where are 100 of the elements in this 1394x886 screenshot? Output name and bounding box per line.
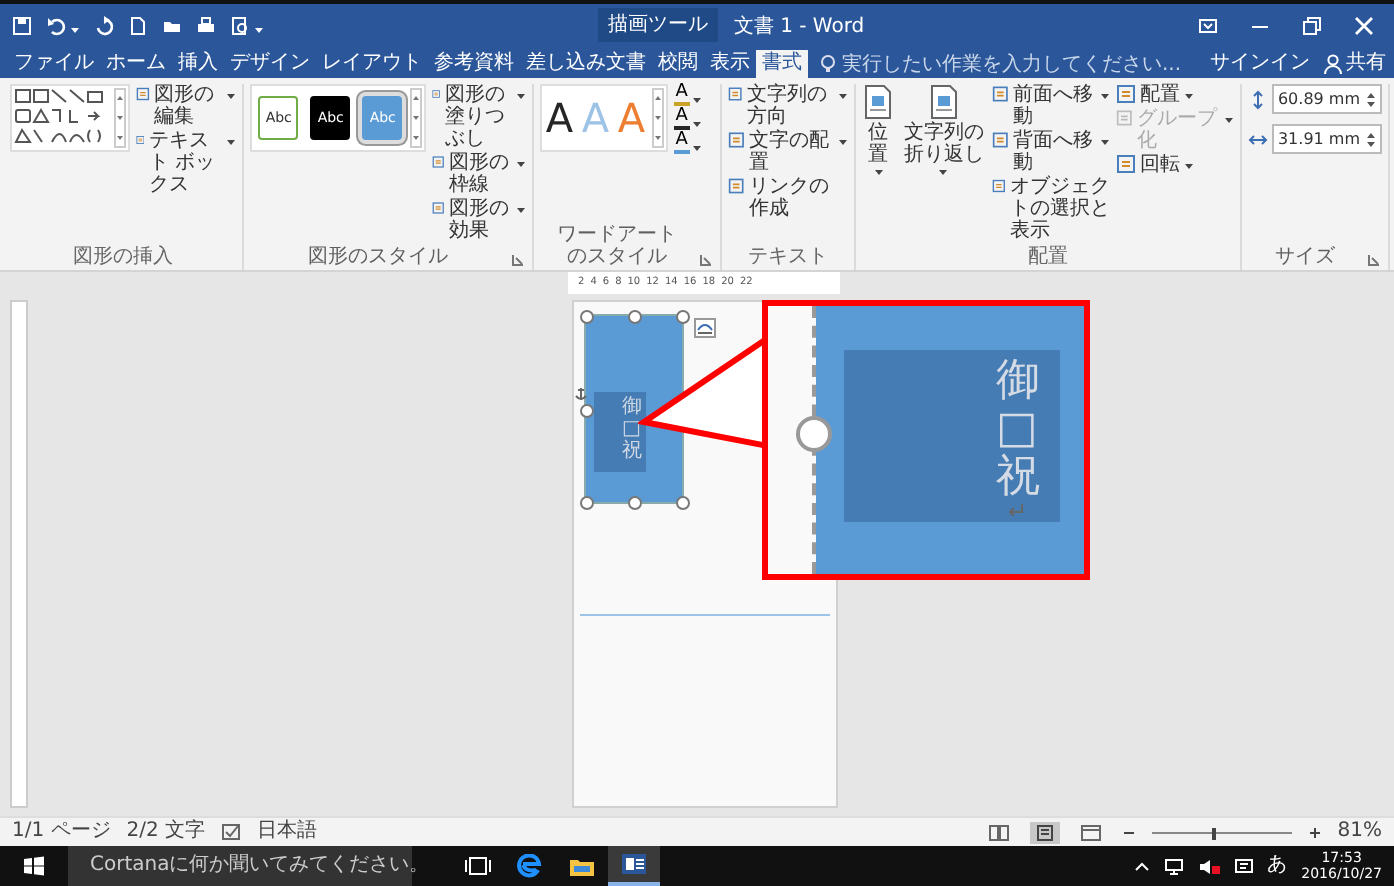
ribbon-large-button[interactable]: 位置 bbox=[861, 84, 896, 176]
close-icon[interactable] bbox=[1354, 15, 1374, 35]
print-preview-icon[interactable] bbox=[230, 15, 250, 35]
paragraph-mark-icon bbox=[1008, 503, 1024, 516]
share-button[interactable]: 共有 bbox=[1316, 50, 1394, 78]
network-icon[interactable] bbox=[1163, 857, 1184, 875]
resize-handle[interactable] bbox=[580, 496, 594, 510]
ribbon-command[interactable]: 文字列の方向 bbox=[728, 84, 848, 128]
resize-handle[interactable] bbox=[580, 403, 594, 417]
caret-icon bbox=[837, 138, 848, 146]
ribbon-display-icon[interactable] bbox=[1198, 15, 1218, 35]
restore-icon[interactable] bbox=[1302, 15, 1322, 35]
ribbon-command[interactable]: テキスト ボックス bbox=[136, 130, 237, 196]
small-square-icon bbox=[432, 152, 446, 172]
resize-handle[interactable] bbox=[628, 310, 642, 324]
small-square-icon bbox=[728, 176, 746, 196]
undo-icon[interactable] bbox=[46, 15, 66, 35]
slider-thumb[interactable] bbox=[1212, 827, 1217, 839]
printer-icon[interactable] bbox=[196, 15, 216, 35]
text-format-button[interactable]: A bbox=[673, 108, 690, 130]
web-view-icon[interactable] bbox=[1075, 821, 1106, 843]
print-view-icon[interactable] bbox=[1029, 821, 1060, 843]
ribbon-tab[interactable]: 差し込み文書 bbox=[520, 50, 652, 78]
taskbar-app-button[interactable] bbox=[608, 846, 660, 886]
layout-options-icon[interactable] bbox=[694, 318, 716, 338]
ribbon-command[interactable]: 図形の塗りつぶし bbox=[432, 84, 526, 150]
window-title: 文書 1 - Word bbox=[733, 13, 865, 39]
ribbon-command[interactable]: 前面へ移動 bbox=[992, 84, 1111, 128]
sign-in-link[interactable]: サインイン bbox=[1210, 50, 1310, 78]
resize-handle[interactable] bbox=[676, 310, 690, 324]
ribbon-command[interactable]: 回転 bbox=[1116, 154, 1234, 176]
ribbon-command[interactable]: 図形の効果 bbox=[432, 198, 526, 242]
windows-logo-icon[interactable] bbox=[24, 856, 44, 876]
lightbulb-icon[interactable] bbox=[820, 54, 836, 74]
notification-icon[interactable] bbox=[1233, 857, 1254, 875]
new-document-icon[interactable] bbox=[128, 15, 148, 35]
height-icon bbox=[1247, 89, 1268, 109]
redo-icon[interactable] bbox=[94, 15, 114, 35]
zoom-level[interactable]: 81% bbox=[1337, 820, 1382, 844]
ribbon-command[interactable]: 図形の編集 bbox=[136, 84, 237, 128]
read-view-icon[interactable] bbox=[983, 821, 1014, 843]
resize-handle[interactable] bbox=[580, 310, 594, 324]
page-icon bbox=[927, 84, 960, 120]
group-label: 配置 bbox=[1027, 246, 1068, 268]
vertical-text: 御□祝 bbox=[996, 358, 1040, 504]
caret-icon bbox=[515, 206, 526, 214]
page-count[interactable]: 1/1 ページ bbox=[12, 820, 111, 844]
dialog-launcher-icon[interactable] bbox=[511, 254, 524, 266]
folder-icon bbox=[568, 854, 596, 878]
word-count[interactable]: 2/2 文字 bbox=[126, 820, 206, 844]
zoom-slider[interactable] bbox=[1151, 827, 1292, 837]
small-square-icon bbox=[136, 130, 145, 150]
zoom-in-icon[interactable] bbox=[1307, 825, 1322, 839]
ribbon-tab[interactable]: 校閲 bbox=[652, 50, 704, 78]
group-label: サイズ bbox=[1274, 246, 1337, 268]
gallery-scroll-icon[interactable] bbox=[651, 88, 664, 148]
text-format-button[interactable]: A bbox=[673, 84, 690, 106]
ribbon-tab[interactable]: 書式 bbox=[756, 50, 808, 78]
ribbon-command[interactable]: オブジェクトの選択と表示 bbox=[992, 176, 1111, 242]
resize-handle[interactable] bbox=[628, 496, 642, 510]
group-label: ワードアートのスタイル bbox=[555, 224, 680, 268]
small-square-icon bbox=[992, 176, 1007, 196]
resize-handle[interactable] bbox=[676, 496, 690, 510]
ribbon-command[interactable]: 背面へ移動 bbox=[992, 130, 1111, 174]
ribbon-tab[interactable]: ファイル bbox=[8, 50, 100, 78]
small-square-icon bbox=[728, 84, 744, 104]
ribbon-tab[interactable]: 挿入 bbox=[172, 50, 224, 78]
ribbon-command[interactable]: リンクの作成 bbox=[728, 176, 848, 220]
task-view-icon bbox=[464, 854, 492, 878]
size-spin-field[interactable]: 31.91 mm bbox=[1271, 124, 1382, 154]
ribbon-tab[interactable]: 表示 bbox=[704, 50, 756, 78]
small-square-icon bbox=[432, 198, 446, 218]
ribbon-command[interactable]: 配置 bbox=[1116, 84, 1234, 106]
wordart-style[interactable]: A bbox=[543, 88, 576, 148]
ribbon-large-button[interactable]: 文字列の折り返し bbox=[901, 84, 987, 176]
ribbon-tab[interactable]: デザイン bbox=[224, 50, 316, 78]
size-spin-field[interactable]: 60.89 mm bbox=[1271, 84, 1382, 114]
tell-me-field[interactable]: 実行したい作業を入力してください... bbox=[842, 51, 1182, 77]
width-icon bbox=[1247, 129, 1268, 149]
context-tab-label: 描画ツール bbox=[597, 8, 718, 42]
chevron-up-icon[interactable] bbox=[1133, 860, 1150, 872]
save-icon[interactable] bbox=[12, 15, 32, 35]
small-square-icon bbox=[1116, 108, 1133, 128]
ribbon-tab[interactable]: 参考資料 bbox=[428, 50, 520, 78]
ribbon-command[interactable]: 文字の配置 bbox=[728, 130, 848, 174]
language-indicator[interactable]: 日本語 bbox=[257, 820, 318, 844]
ribbon-command[interactable]: 図形の枠線 bbox=[432, 152, 526, 196]
text-format-button[interactable]: A bbox=[673, 132, 690, 154]
caret-icon bbox=[515, 160, 526, 168]
gallery-scroll-icon[interactable] bbox=[114, 88, 126, 148]
search-field[interactable]: Cortanaに何か聞いてみてください。 bbox=[68, 846, 412, 886]
dialog-launcher-icon[interactable] bbox=[700, 254, 713, 266]
group-label: 図形のスタイル bbox=[308, 246, 451, 268]
input-method-indicator[interactable]: あ bbox=[1267, 854, 1288, 878]
ribbon-tab[interactable]: レイアウト bbox=[316, 50, 428, 78]
speaker-muted-icon[interactable] bbox=[1197, 857, 1220, 875]
dialog-launcher-icon[interactable] bbox=[1368, 254, 1380, 266]
gallery-scroll-icon[interactable] bbox=[410, 88, 423, 148]
ribbon-tab[interactable]: ホーム bbox=[100, 50, 172, 78]
proofing-icon[interactable] bbox=[221, 823, 242, 841]
